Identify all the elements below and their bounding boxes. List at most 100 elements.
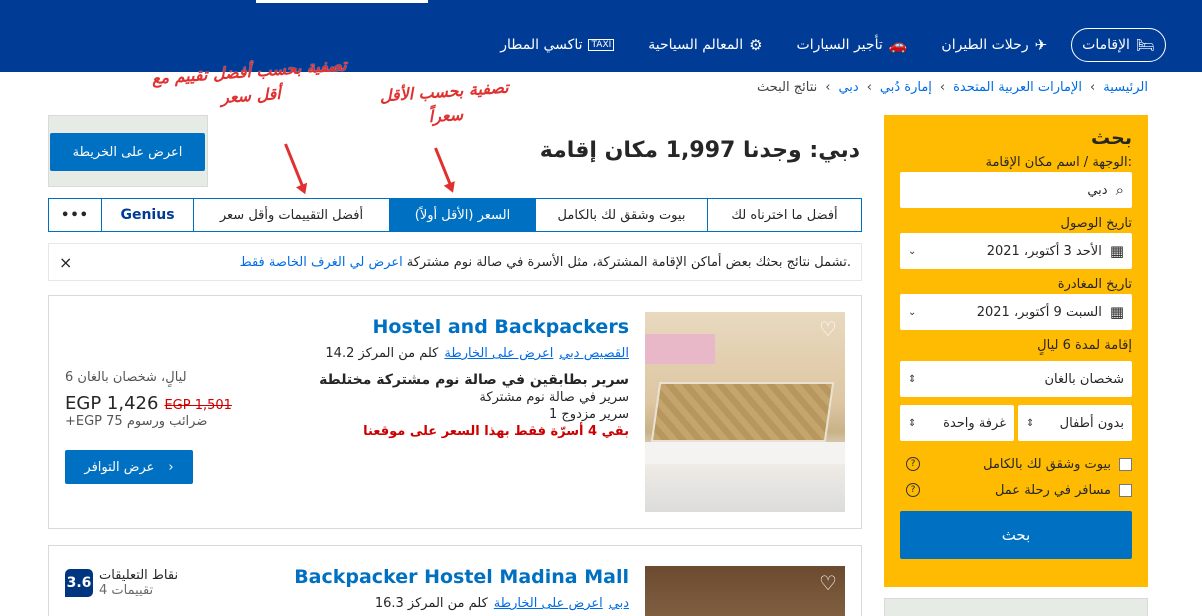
chevron-left-icon: ‹ xyxy=(825,80,831,95)
homes-checkbox-label: بيوت وشقق لك بالكامل xyxy=(983,456,1111,472)
guests-select[interactable]: شخصان بالغان ⇕ xyxy=(900,361,1132,397)
nav-item-taxi[interactable]: TAXI تاكسي المطار xyxy=(490,28,624,62)
photo-detail xyxy=(645,442,845,464)
annotation-arrow xyxy=(284,143,305,188)
business-checkbox-label: مسافر في رحلة عمل xyxy=(994,482,1111,498)
stay-summary: 6 ليالٍ، شخصان بالغان xyxy=(65,370,187,385)
header: 🛏 الإقامات ✈ رحلات الطيران 🚗 تأجير السيا… xyxy=(0,0,1202,72)
checkin-label: تاريخ الوصول xyxy=(1060,216,1133,231)
children-select[interactable]: بدون أطفال ⇕ xyxy=(1018,405,1132,441)
homes-checkbox[interactable] xyxy=(1119,457,1132,471)
property-photo[interactable]: ♡ xyxy=(645,312,845,512)
business-checkbox-row[interactable]: مسافر في رحلة عمل ? xyxy=(900,477,1132,503)
private-rooms-link[interactable]: اعرض لي الغرف الخاصة فقط xyxy=(240,255,403,270)
stay-length: إقامة لمدة 6 ليالٍ xyxy=(1037,338,1132,353)
help-icon[interactable]: ? xyxy=(906,457,920,471)
nav-label: رحلات الطيران xyxy=(941,37,1029,53)
nav-label: الإقامات xyxy=(1082,37,1130,53)
destination-value: دبي xyxy=(1087,182,1108,198)
checkout-value: السبت 9 أكتوبر، 2021 xyxy=(976,304,1102,320)
distance: 16.3 كلم من المركز xyxy=(374,596,488,611)
plane-icon: ✈ xyxy=(1034,36,1048,54)
breadcrumb-country[interactable]: الإمارات العربية المتحدة xyxy=(953,80,1082,95)
homes-checkbox-row[interactable]: بيوت وشقق لك بالكامل ? xyxy=(900,451,1132,477)
property-name[interactable]: Hostel and Backpackers xyxy=(373,316,630,338)
destination-label: الوجهة / اسم مكان الإقامة: xyxy=(985,155,1132,170)
bed-icon: 🛏 xyxy=(1135,36,1155,54)
nav-label: تاكسي المطار xyxy=(500,37,583,53)
breadcrumb: الرئيسية ‹ الإمارات العربية المتحدة ‹ إمار… xyxy=(757,80,1148,95)
property-card: ♡ Backpacker Hostel Madina Mall دبي اعرض… xyxy=(48,545,862,616)
attractions-icon: ⚙ xyxy=(749,36,763,54)
heart-icon[interactable]: ♡ xyxy=(815,570,841,596)
rooms-select[interactable]: غرفة واحدة ⇕ xyxy=(900,405,1014,441)
tab-homes-apartments[interactable]: بيوت وشقق لك بالكامل xyxy=(535,199,707,231)
map-link[interactable]: اعرض على الخارطة xyxy=(494,596,603,611)
taxi-icon: TAXI xyxy=(588,39,615,51)
price-row: EGP 1,426 EGP 1,501 xyxy=(65,393,232,414)
nav-label: تأجير السيارات xyxy=(796,37,883,53)
taxes: +EGP 75 ضرائب ورسوم xyxy=(65,414,208,429)
checkin-select[interactable]: ▦ الأحد 3 أكتوبر، 2021 ⌄ xyxy=(900,233,1132,269)
chevron-down-icon: ⌄ xyxy=(908,306,917,318)
property-name[interactable]: Backpacker Hostel Madina Mall xyxy=(294,566,629,588)
nav-item-stays[interactable]: 🛏 الإقامات xyxy=(1071,28,1166,62)
nav-item-attractions[interactable]: ⚙ المعالم السياحية xyxy=(638,28,772,62)
breadcrumb-home[interactable]: الرئيسية xyxy=(1103,80,1148,95)
shared-accommodation-notice: تشمل نتائج بحثك بعض أماكن الإقامة المشتر… xyxy=(48,243,862,281)
search-icon: ⌕ xyxy=(1115,181,1124,199)
sort-tabs: أفضل ما اخترناه لك بيوت وشقق لك بالكامل … xyxy=(48,198,862,232)
help-icon[interactable]: ? xyxy=(906,483,920,497)
map-preview-bottom[interactable] xyxy=(884,598,1148,616)
destination-input[interactable]: ⌕ دبي xyxy=(900,172,1132,208)
tab-genius[interactable]: Genius xyxy=(101,199,193,231)
availability-warning: بقي 4 أسرّة فقط بهذا السعر على موقعنا xyxy=(363,424,629,439)
property-card: ♡ Hostel and Backpackers القصيص دبي اعرض… xyxy=(48,295,862,529)
room-type: سرير بطابقين في صالة نوم مشتركة مختلطة xyxy=(319,372,629,388)
chevron-left-icon: ‹ xyxy=(1090,80,1096,95)
tab-top-picks[interactable]: أفضل ما اخترناه لك xyxy=(707,199,861,231)
tab-price-lowest[interactable]: السعر (الأقل أولاً) xyxy=(389,199,535,231)
chevron-right-icon: › xyxy=(168,459,174,475)
chevron-left-icon: ‹ xyxy=(939,80,946,95)
nav-item-car-rental[interactable]: 🚗 تأجير السيارات xyxy=(787,28,918,62)
see-availability-button[interactable]: عرض التوافر › xyxy=(65,450,193,484)
review-count: 4 تقييمات xyxy=(99,583,154,598)
property-photo[interactable]: ♡ xyxy=(645,566,845,616)
old-price: EGP 1,501 xyxy=(164,398,232,413)
tab-more[interactable]: ••• xyxy=(49,199,101,231)
main-nav: 🛏 الإقامات ✈ رحلات الطيران 🚗 تأجير السيا… xyxy=(476,28,1166,62)
results-title: دبي: وجدنا 1,997 مكان إقامة xyxy=(539,138,860,163)
price-block: 6 ليالٍ، شخصان بالغان EGP 1,426 EGP 1,50… xyxy=(65,370,232,429)
button-label: عرض التوافر xyxy=(84,459,155,475)
map-link[interactable]: اعرض على الخارطة xyxy=(444,346,553,361)
show-on-map-button[interactable]: اعرض على الخريطة xyxy=(50,133,205,171)
search-title: بحث xyxy=(1091,127,1132,149)
checkin-value: الأحد 3 أكتوبر، 2021 xyxy=(986,243,1102,259)
nav-item-flights[interactable]: ✈ رحلات الطيران xyxy=(931,28,1057,62)
close-icon[interactable]: × xyxy=(59,253,72,272)
sort-arrows-icon: ⇕ xyxy=(1026,417,1035,429)
area-link[interactable]: القصيص دبي xyxy=(559,346,629,361)
score-label: نقاط التعليقات xyxy=(99,568,179,583)
room-beds: 1 سرير مزدوج xyxy=(549,407,629,422)
heart-icon[interactable]: ♡ xyxy=(815,316,841,342)
chevron-left-icon: ‹ xyxy=(866,80,872,95)
review-score[interactable]: 3.6 نقاط التعليقات 4 تقييمات xyxy=(65,568,178,598)
area-link[interactable]: دبي xyxy=(609,596,629,611)
breadcrumb-current: نتائج البحث xyxy=(756,80,818,95)
business-checkbox[interactable] xyxy=(1119,483,1132,497)
room-desc: سرير في صالة نوم مشتركة xyxy=(479,390,629,405)
checkout-select[interactable]: ▦ السبت 9 أكتوبر، 2021 ⌄ xyxy=(900,294,1132,330)
notice-text: تشمل نتائج بحثك بعض أماكن الإقامة المشتر… xyxy=(406,254,851,270)
guests-value: شخصان بالغان xyxy=(1044,371,1124,387)
breadcrumb-emirate[interactable]: إمارة دُبي xyxy=(880,80,932,95)
photo-detail xyxy=(645,334,715,364)
search-button[interactable]: بحث xyxy=(900,511,1132,559)
tab-best-reviewed-lowest-price[interactable]: أفضل التقييمات وأقل سعر xyxy=(193,199,389,231)
breadcrumb-city[interactable]: دبي xyxy=(838,80,858,95)
score-badge: 3.6 xyxy=(65,569,93,597)
annotation-lowest-price: تصفية بحسب الأقل سعراً xyxy=(379,77,510,127)
children-value: بدون أطفال xyxy=(1059,415,1124,431)
calendar-icon: ▦ xyxy=(1109,242,1124,260)
